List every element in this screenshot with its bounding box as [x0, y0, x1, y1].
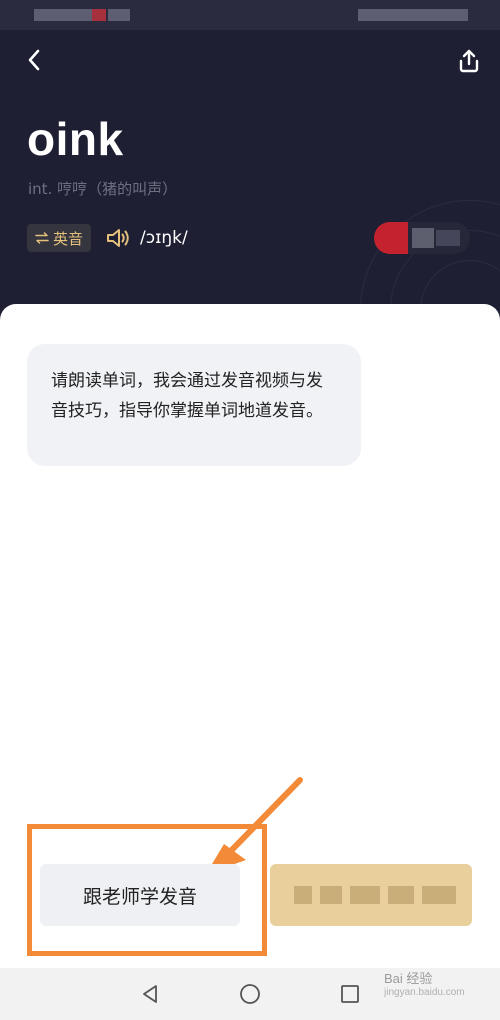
accent-label: 英音 [53, 229, 84, 248]
status-left-pixelated [34, 9, 92, 21]
square-recents-icon [341, 985, 359, 1003]
pixel-block [320, 886, 342, 904]
status-bar [0, 0, 500, 30]
pixel-block [422, 886, 456, 904]
circle-home-icon [240, 984, 260, 1004]
phonetic-text: /ɔɪŋk/ [140, 228, 188, 248]
nav-home-button[interactable] [236, 980, 264, 1008]
pixel-block [436, 230, 460, 246]
speaker-icon [107, 229, 129, 247]
chat-bubble: 请朗读单词，我会通过发音视频与发音技巧，指导你掌握单词地道发音。 [27, 344, 361, 466]
pixel-block [350, 886, 380, 904]
status-left-pixelated-2 [108, 9, 130, 21]
nav-recents-button[interactable] [336, 980, 364, 1008]
share-icon [459, 49, 479, 73]
content-card: 请朗读单词，我会通过发音视频与发音技巧，指导你掌握单词地道发音。 跟老师学发音 [0, 304, 500, 968]
swap-icon [35, 232, 49, 244]
pixelated-badge[interactable] [374, 222, 470, 254]
watermark-line1: Bai 经验 [384, 971, 433, 986]
word-title: oink [27, 113, 124, 165]
word-header: oink int. 哼哼（猪的叫声） 英音 /ɔɪŋk/ [0, 30, 500, 320]
pronounce-button[interactable]: /ɔɪŋk/ [106, 224, 188, 252]
pixel-block [294, 886, 312, 904]
pixel-block [412, 228, 434, 248]
learn-pronunciation-button[interactable]: 跟老师学发音 [40, 864, 240, 926]
status-right-pixelated [358, 9, 468, 21]
pixel-block [374, 222, 408, 254]
word-definition: int. 哼哼（猪的叫声） [28, 180, 178, 198]
nav-back-button[interactable] [136, 980, 164, 1008]
status-red-pixel [92, 9, 106, 21]
accent-toggle-button[interactable]: 英音 [27, 224, 92, 252]
triangle-back-icon [143, 985, 157, 1003]
watermark-line2: jingyan.baidu.com [384, 987, 465, 998]
watermark: Bai 经验 jingyan.baidu.com [384, 972, 465, 1000]
pixel-block [388, 886, 414, 904]
chevron-left-icon [28, 49, 40, 71]
share-button[interactable] [454, 46, 484, 76]
pixelated-action-button[interactable] [270, 864, 472, 926]
back-button[interactable] [20, 46, 48, 74]
